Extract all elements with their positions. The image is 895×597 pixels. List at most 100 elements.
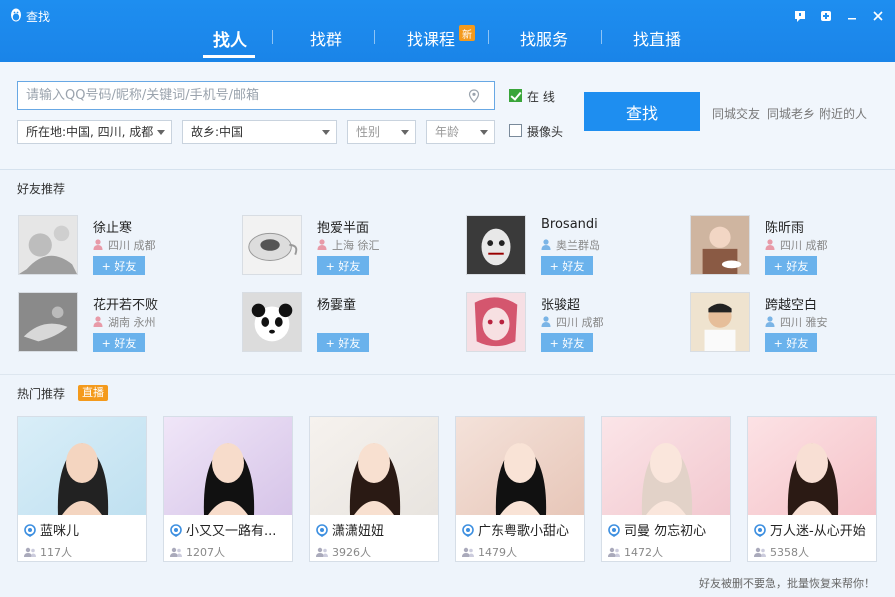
age-select[interactable]: 年龄: [426, 120, 495, 144]
live-thumbnail[interactable]: [310, 417, 438, 515]
nav-divider: [374, 30, 375, 44]
friend-location: 四川 成都: [93, 237, 156, 253]
person-icon: [541, 316, 551, 327]
friend-location-text: 四川 成都: [780, 239, 828, 252]
people-icon: [316, 547, 328, 557]
people-icon: [24, 547, 36, 557]
person-icon: [93, 239, 103, 250]
new-badge: 新: [459, 25, 475, 41]
tab-find-course[interactable]: 找课程: [407, 26, 455, 50]
live-host-name[interactable]: 潇潇妞妞: [316, 520, 436, 539]
avatar[interactable]: [18, 292, 78, 352]
anchor-icon: [754, 524, 766, 537]
friend-name[interactable]: 花开若不败: [93, 294, 158, 313]
live-host-name[interactable]: 蓝咪儿: [24, 520, 144, 539]
friend-name[interactable]: Brosandi: [541, 217, 598, 232]
friend-location: 四川 成都: [765, 237, 828, 253]
friend-location-text: 湖南 永州: [108, 316, 156, 329]
live-host-name[interactable]: 司曼 勿忘初心: [608, 520, 728, 539]
search-button[interactable]: 查找: [584, 92, 700, 131]
chevron-down-icon: [401, 130, 409, 135]
friend-card[interactable]: 抱爱半面 上海 徐汇 + 好友: [242, 215, 442, 279]
friend-card[interactable]: 杨霎童 + 好友: [242, 292, 442, 356]
viewer-count-text: 3926人: [332, 546, 371, 559]
friend-card[interactable]: 徐止寒 四川 成都 + 好友: [18, 215, 218, 279]
friend-location-text: 奥兰群岛: [556, 239, 600, 252]
friend-card[interactable]: 花开若不败 湖南 永州 + 好友: [18, 292, 218, 356]
live-host-name[interactable]: 万人迷-从心开始: [754, 520, 874, 539]
friend-name[interactable]: 陈昕雨: [765, 217, 804, 236]
nav-divider: [488, 30, 489, 44]
live-host-name-text: 小又又一路有...: [186, 524, 277, 539]
title-bar: 查找 找人 找群 找课程 新 找服务 找直播: [0, 0, 895, 62]
tab-find-group[interactable]: 找群: [310, 26, 342, 50]
friend-card[interactable]: 张骏超 四川 成都 + 好友: [466, 292, 666, 356]
search-input[interactable]: [17, 81, 495, 110]
friends-section-title: 好友推荐: [17, 182, 66, 196]
live-host-name[interactable]: 小又又一路有...: [170, 520, 290, 539]
chevron-down-icon: [157, 130, 165, 135]
live-card[interactable]: 潇潇妞妞 3926人: [309, 416, 439, 562]
restore-friends-link[interactable]: 好友被删不要急，批量恢复来帮你！: [699, 575, 875, 591]
location-select[interactable]: 所在地:中国, 四川, 成都: [17, 120, 172, 144]
add-friend-button[interactable]: + 好友: [541, 333, 593, 352]
qq-penguin-icon: [11, 8, 21, 22]
live-host-name[interactable]: 广东粤歌小甜心: [462, 520, 582, 539]
gender-select[interactable]: 性别: [347, 120, 416, 144]
avatar[interactable]: [18, 215, 78, 275]
friend-name[interactable]: 抱爱半面: [317, 217, 369, 236]
live-card[interactable]: 万人迷-从心开始 5358人: [747, 416, 877, 562]
friend-location: 奥兰群岛: [541, 237, 600, 253]
friend-name[interactable]: 徐止寒: [93, 217, 132, 236]
people-icon: [170, 547, 182, 557]
live-card[interactable]: 蓝咪儿 117人: [17, 416, 147, 562]
tab-find-people[interactable]: 找人: [213, 26, 247, 51]
avatar[interactable]: [242, 215, 302, 275]
viewer-count: 117人: [24, 544, 72, 560]
friend-location: 上海 徐汇: [317, 237, 380, 253]
friend-name[interactable]: 跨越空白: [765, 294, 817, 313]
tab-find-live[interactable]: 找直播: [633, 26, 681, 50]
avatar[interactable]: [690, 292, 750, 352]
tab-find-service[interactable]: 找服务: [520, 26, 568, 50]
live-thumbnail[interactable]: [602, 417, 730, 515]
hometown-select[interactable]: 故乡:中国: [182, 120, 337, 144]
live-section-title: 热门推荐: [17, 387, 66, 401]
live-card[interactable]: 广东粤歌小甜心 1479人: [455, 416, 585, 562]
location-pin-icon[interactable]: [468, 89, 480, 103]
live-card[interactable]: 小又又一路有... 1207人: [163, 416, 293, 562]
add-friend-button[interactable]: + 好友: [93, 256, 145, 275]
add-friend-button[interactable]: + 好友: [541, 256, 593, 275]
live-thumbnail[interactable]: [456, 417, 584, 515]
live-thumbnail[interactable]: [164, 417, 292, 515]
friend-location: 四川 成都: [541, 314, 604, 330]
age-value: 年龄: [435, 125, 460, 139]
active-tab-indicator: [203, 55, 255, 58]
nav-divider: [272, 30, 273, 44]
camera-checkbox[interactable]: [509, 124, 522, 137]
friend-card[interactable]: Brosandi 奥兰群岛 + 好友: [466, 215, 666, 279]
fellow-townsman-link[interactable]: 同城老乡: [767, 105, 815, 122]
add-friend-button[interactable]: + 好友: [93, 333, 145, 352]
nearby-people-link[interactable]: 附近的人: [819, 105, 867, 122]
avatar[interactable]: [690, 215, 750, 275]
avatar[interactable]: [466, 215, 526, 275]
live-card[interactable]: 司曼 勿忘初心 1472人: [601, 416, 731, 562]
local-dating-link[interactable]: 同城交友: [712, 105, 760, 122]
add-friend-button[interactable]: + 好友: [317, 333, 369, 352]
live-thumbnail[interactable]: [748, 417, 876, 515]
live-thumbnail[interactable]: [18, 417, 146, 515]
friend-name[interactable]: 张骏超: [541, 294, 580, 313]
friend-name[interactable]: 杨霎童: [317, 294, 356, 313]
viewer-count: 3926人: [316, 544, 371, 560]
add-friend-button[interactable]: + 好友: [765, 333, 817, 352]
online-checkbox[interactable]: [509, 89, 522, 102]
add-friend-button[interactable]: + 好友: [317, 256, 369, 275]
avatar[interactable]: [242, 292, 302, 352]
friend-card[interactable]: 陈昕雨 四川 成都 + 好友: [690, 215, 890, 279]
viewer-count-text: 5358人: [770, 546, 809, 559]
friend-card[interactable]: 跨越空白 四川 雅安 + 好友: [690, 292, 890, 356]
main-nav: 找人 找群 找课程 新 找服务 找直播: [0, 22, 895, 58]
add-friend-button[interactable]: + 好友: [765, 256, 817, 275]
avatar[interactable]: [466, 292, 526, 352]
